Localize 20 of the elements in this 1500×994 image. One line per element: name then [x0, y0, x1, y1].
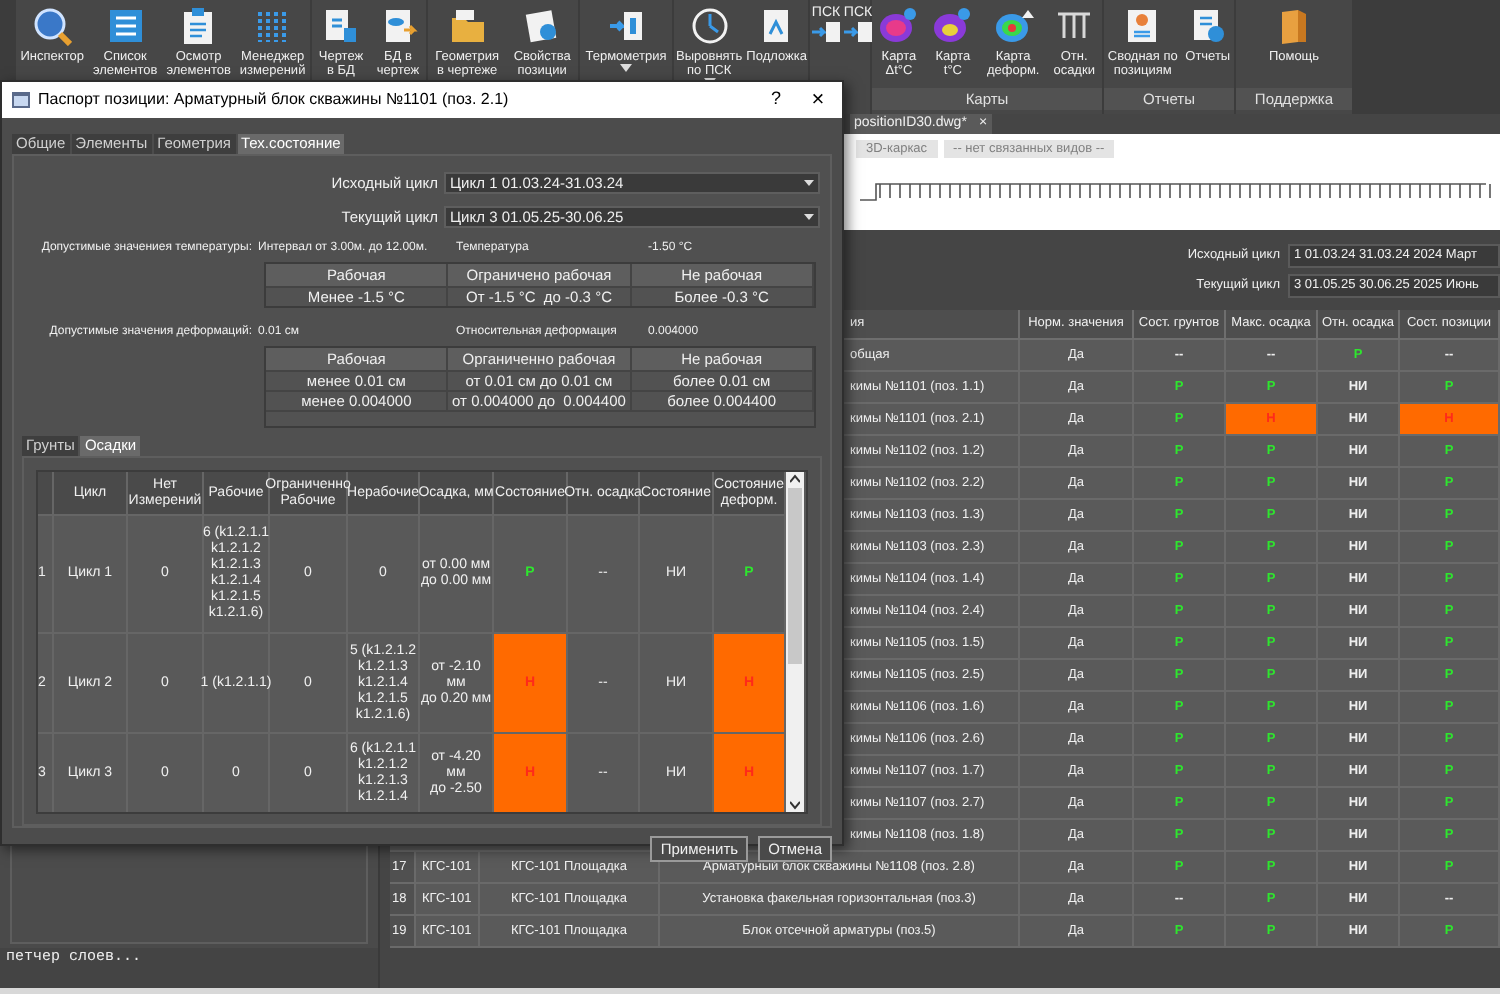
caret-icon: [804, 180, 814, 186]
window-title: Паспорт позиции: Арматурный блок скважины №1101 (поз. 2.1): [38, 88, 511, 112]
window-icon: [12, 92, 30, 108]
heatmap-icon: [932, 6, 973, 46]
scroll-down-icon[interactable]: [790, 796, 800, 812]
scroll-up-icon[interactable]: [790, 472, 800, 488]
help-button[interactable]: ?: [756, 86, 796, 114]
folder-icon: [447, 6, 488, 46]
thermometer-icon: [606, 6, 646, 46]
magnifier-icon: [32, 6, 73, 46]
arrow-document-icon: [842, 20, 874, 44]
scrollbar[interactable]: [786, 472, 804, 812]
document-icon: [320, 6, 361, 46]
close-button[interactable]: ×: [804, 83, 832, 117]
scroll-thumb[interactable]: [788, 488, 802, 664]
arrow-document-icon: [810, 20, 842, 44]
list-icon: [105, 6, 146, 46]
heatmap-icon: [878, 6, 919, 46]
heatmap-icon: [993, 6, 1034, 46]
caret-icon: [804, 214, 814, 220]
